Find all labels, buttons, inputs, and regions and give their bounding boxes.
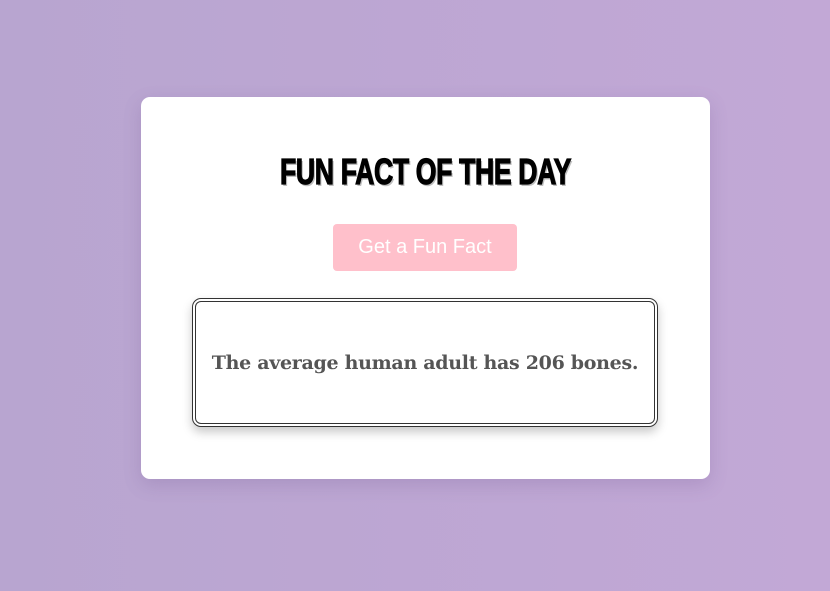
get-fun-fact-button[interactable]: Get a Fun Fact — [333, 224, 517, 271]
fact-display-box: The average human adult has 206 bones. — [192, 298, 658, 427]
fact-text: The average human adult has 206 bones. — [211, 351, 639, 374]
fun-fact-card: FUN FACT OF THE DAY Get a Fun Fact The a… — [141, 97, 710, 479]
page-title: FUN FACT OF THE DAY — [280, 150, 572, 192]
